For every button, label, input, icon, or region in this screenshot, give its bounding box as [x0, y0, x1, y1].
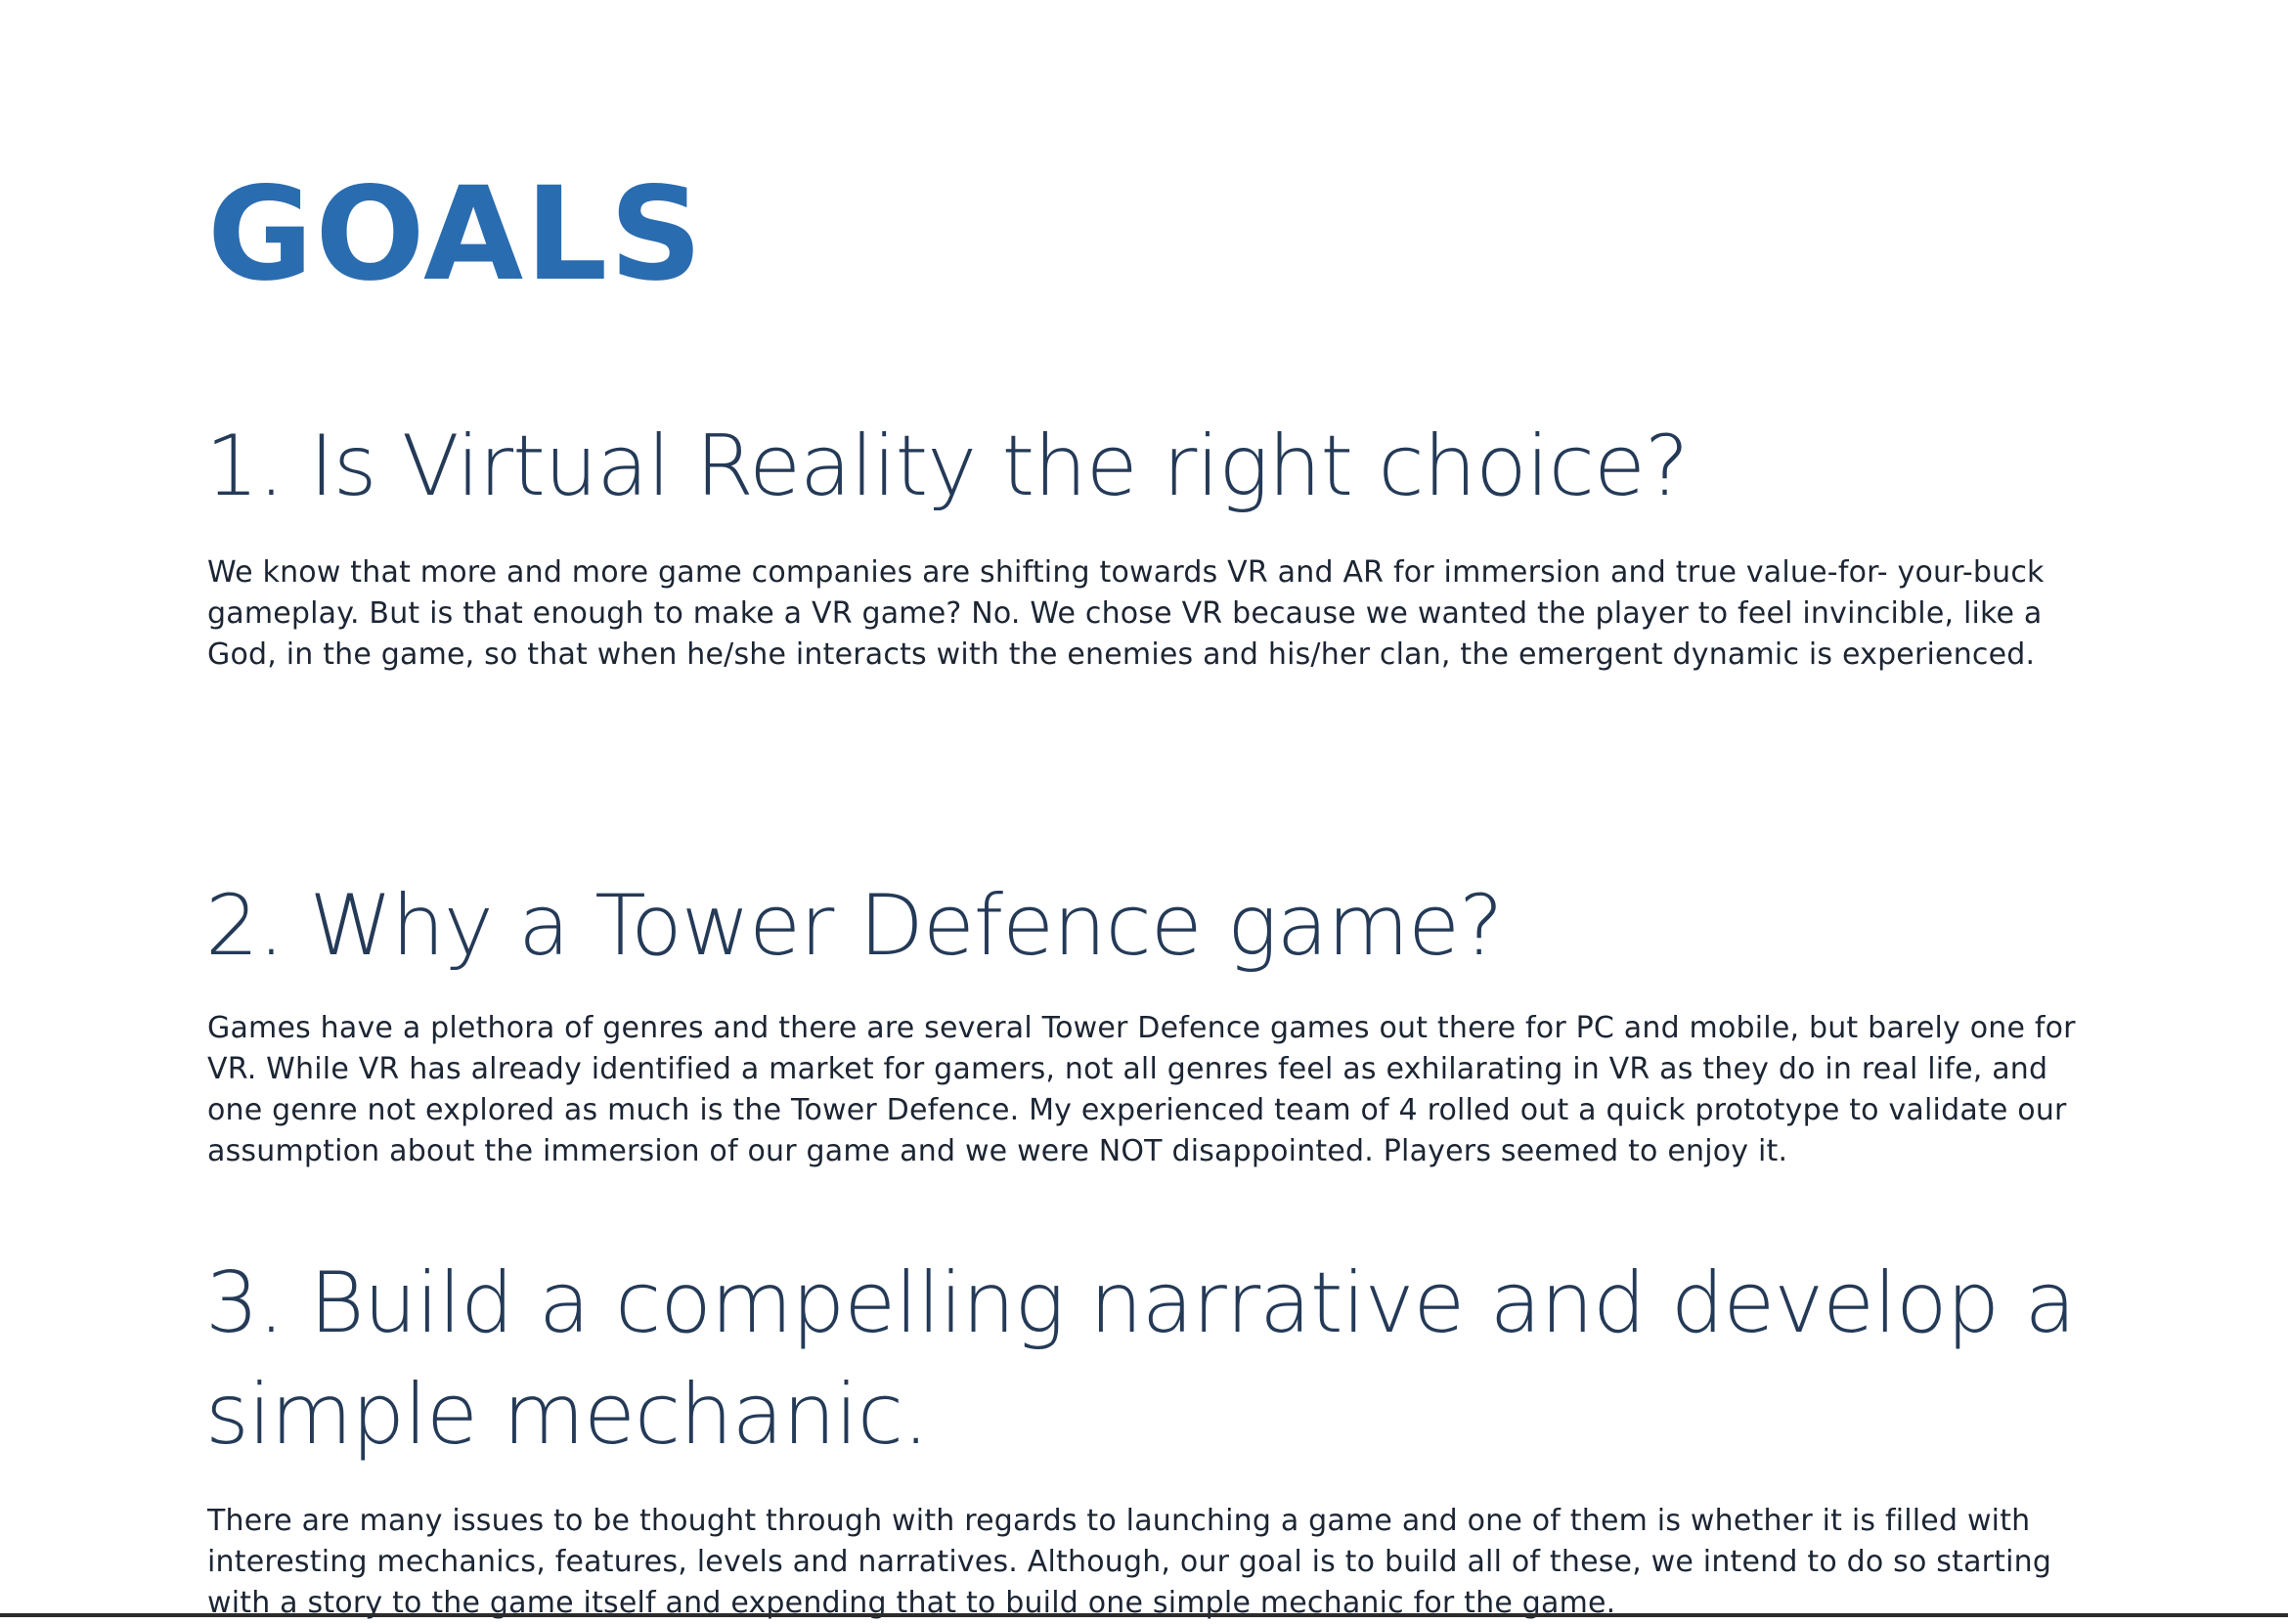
- document-page: GOALS 1. Is Virtual Reality the right ch…: [0, 0, 2288, 1620]
- section-body-tower-defence: Games have a plethora of genres and ther…: [207, 1011, 2076, 1168]
- section-heading-narrative: 3. Build a compelling narrative and deve…: [205, 1254, 2076, 1464]
- section-body-narrative: There are many issues to be thought thro…: [207, 1504, 2052, 1620]
- section-heading-vr-choice: 1. Is Virtual Reality the right choice?: [205, 417, 1690, 515]
- page-title: GOALS: [207, 159, 705, 310]
- page-bottom-edge: [0, 1613, 2288, 1617]
- section-heading-tower-defence: 2. Why a Tower Defence game?: [205, 877, 1504, 975]
- section-body-vr-choice: We know that more and more game companie…: [207, 555, 2045, 672]
